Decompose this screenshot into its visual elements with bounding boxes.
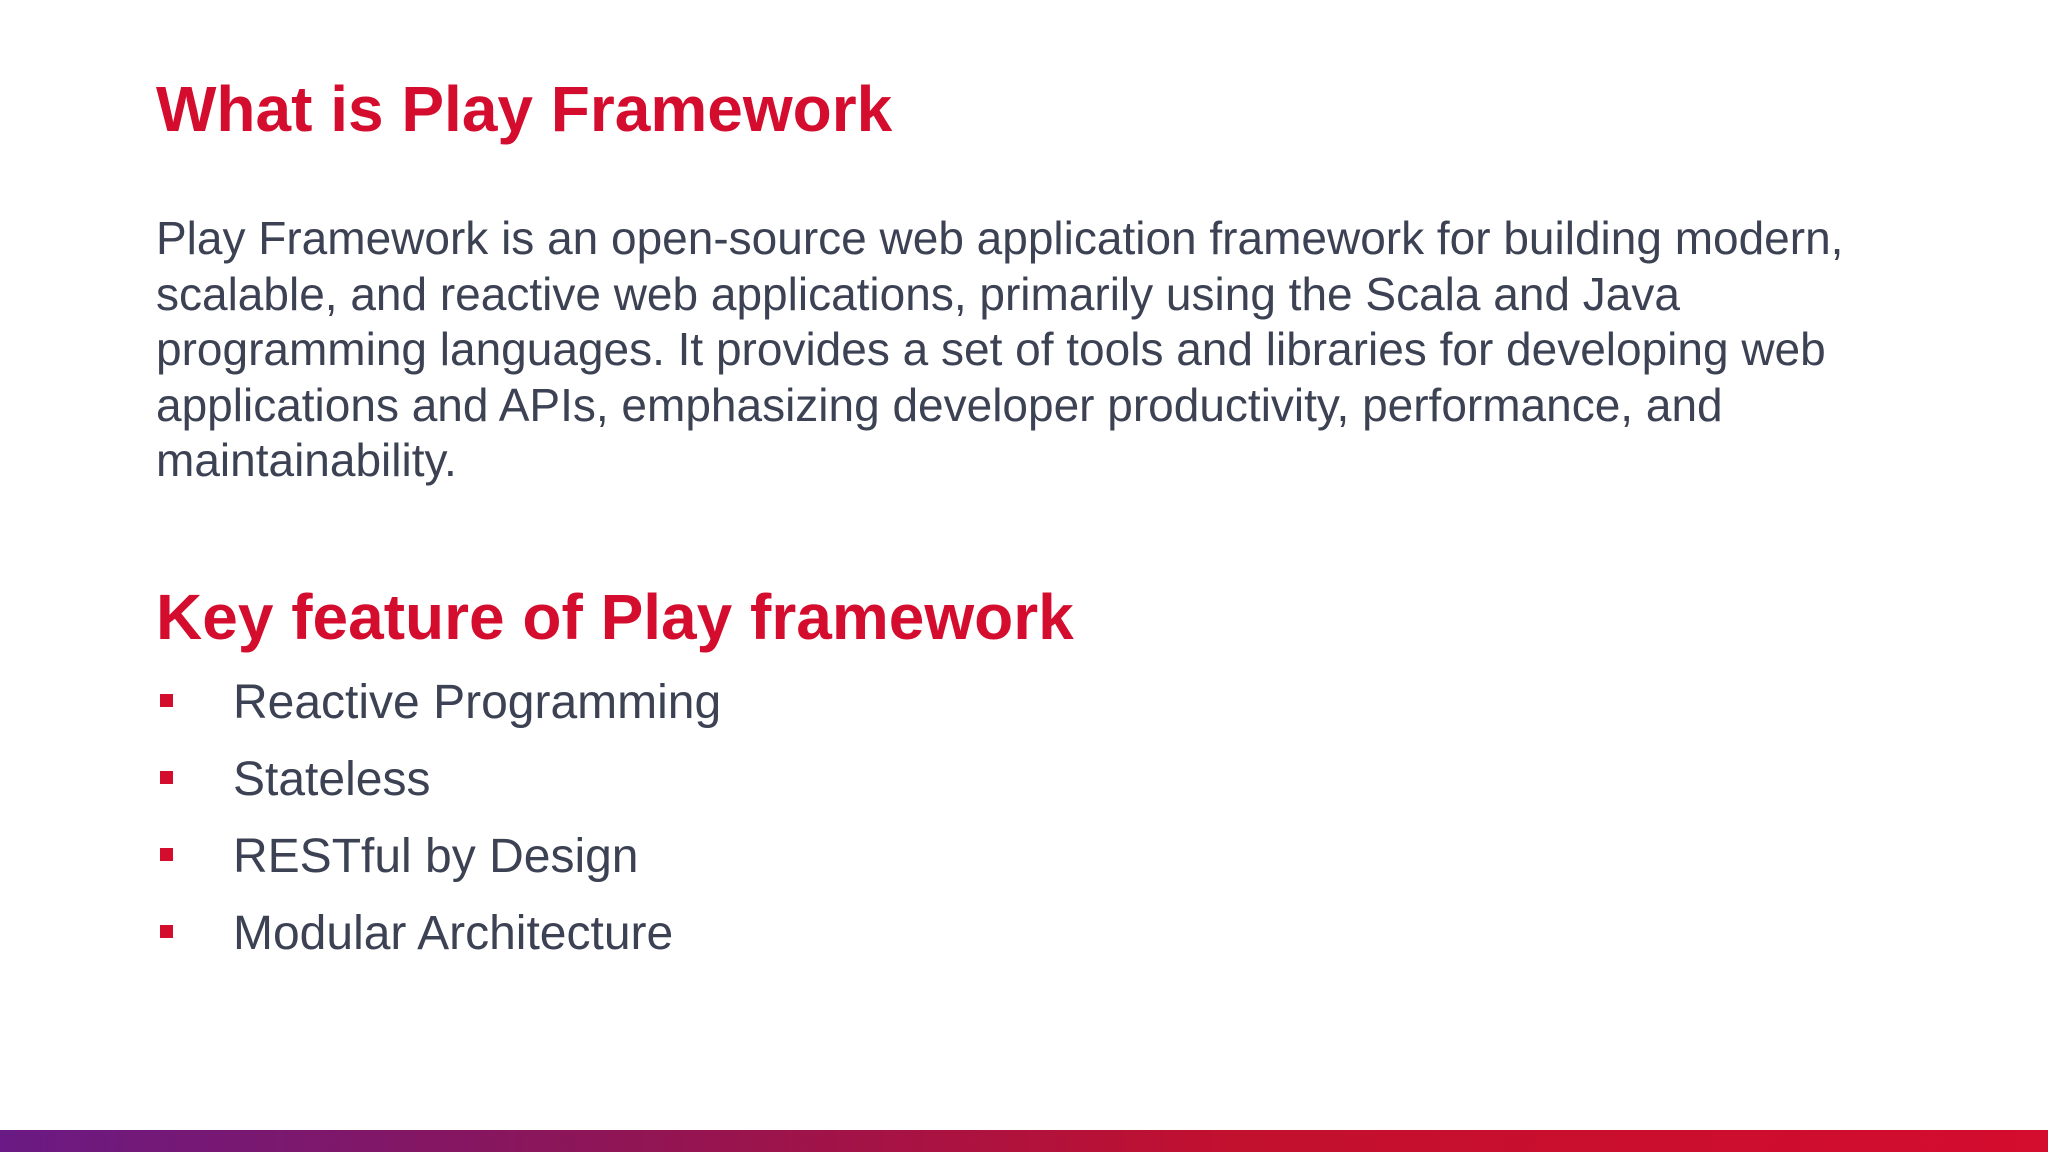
feature-item: Reactive Programming (156, 672, 721, 749)
square-bullet-icon (160, 925, 173, 938)
feature-item: Stateless (156, 749, 721, 826)
feature-label: Reactive Programming (233, 676, 722, 729)
bottom-gradient-bar (0, 1130, 2048, 1152)
square-bullet-icon (160, 848, 173, 861)
feature-item: RESTful by Design (156, 826, 721, 903)
features-heading: Key feature of Play framework (156, 581, 1074, 653)
feature-list: Reactive Programming Stateless RESTful b… (156, 672, 721, 980)
square-bullet-icon (160, 771, 173, 784)
slide: What is Play Framework Play Framework is… (0, 0, 2048, 1152)
square-bullet-icon (160, 694, 173, 707)
feature-label: RESTful by Design (233, 830, 639, 883)
slide-title: What is Play Framework (156, 73, 893, 145)
feature-label: Stateless (233, 753, 431, 806)
feature-label: Modular Architecture (233, 907, 674, 960)
description-paragraph: Play Framework is an open-source web app… (156, 212, 1844, 486)
feature-item: Modular Architecture (156, 903, 721, 980)
